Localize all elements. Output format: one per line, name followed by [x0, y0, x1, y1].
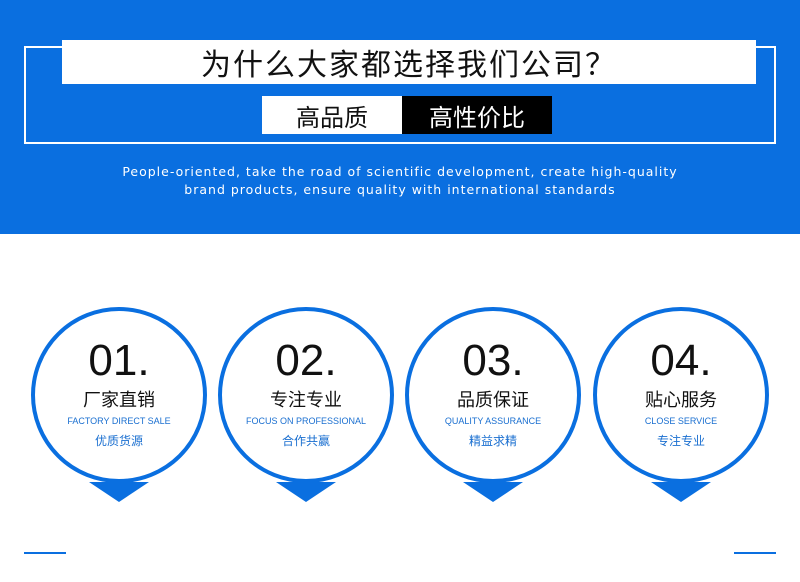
feature-card-4: 04. 贴心服务 CLOSE SERVICE 专注专业	[592, 306, 770, 506]
card-title: 专注专业	[270, 390, 342, 411]
bottom-frame	[24, 552, 776, 554]
tag-high-quality: 高品质	[262, 96, 402, 134]
bottom-frame-right	[734, 552, 776, 554]
card-subtitle-en: FOCUS ON PROFESSIONAL	[245, 416, 367, 426]
card-subtitle: 合作共赢	[281, 434, 330, 448]
card-number: 02.	[275, 336, 337, 385]
card-number: 01.	[88, 336, 150, 385]
page-title: 为什么大家都选择我们公司？	[201, 48, 617, 83]
card-subtitle-en: CLOSE SERVICE	[644, 416, 718, 426]
tagline-line1: People-oriented, take the road of scient…	[122, 164, 678, 179]
card-subtitle-en: QUALITY ASSURANCE	[444, 416, 542, 426]
feature-card-2: 02. 专注专业 FOCUS ON PROFESSIONAL 合作共赢	[217, 306, 395, 506]
title-box: 为什么大家都选择我们公司？	[62, 40, 756, 84]
card-subtitle-en: FACTORY DIRECT SALE	[67, 416, 171, 426]
card-subtitle: 精益求精	[468, 434, 517, 448]
bottom-frame-left	[24, 552, 66, 554]
feature-card-1: 01. 厂家直销 FACTORY DIRECT SALE 优质货源	[30, 306, 208, 506]
card-title: 贴心服务	[645, 390, 717, 411]
tag-row: 高品质 高性价比	[262, 96, 552, 134]
card-subtitle: 优质货源	[94, 434, 143, 448]
card-title: 品质保证	[457, 390, 529, 411]
card-number: 03.	[462, 336, 524, 385]
card-subtitle: 专注专业	[656, 434, 705, 448]
feature-card-3: 03. 品质保证 QUALITY ASSURANCE 精益求精	[404, 306, 582, 506]
card-number: 04.	[650, 336, 712, 385]
feature-cards: 01. 厂家直销 FACTORY DIRECT SALE 优质货源 02. 专注…	[0, 306, 800, 506]
tag-cost-effective: 高性价比	[402, 96, 552, 134]
header-banner: 为什么大家都选择我们公司？ 高品质 高性价比 People-oriented, …	[0, 0, 800, 234]
tagline-line2: brand products, ensure quality with inte…	[184, 182, 616, 197]
card-title: 厂家直销	[83, 390, 155, 411]
